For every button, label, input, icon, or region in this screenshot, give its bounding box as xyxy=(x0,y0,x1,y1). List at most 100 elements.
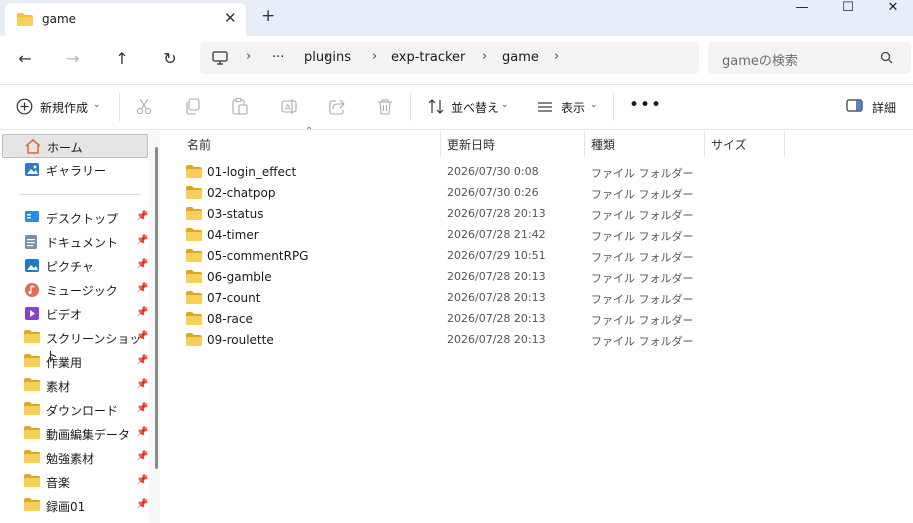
file-type: ファイル フォルダー xyxy=(591,272,694,285)
address-bar[interactable]: › ··· › plugins › exp-tracker › game › xyxy=(200,42,699,74)
sidebar-item-label: ダウンロード xyxy=(46,404,119,418)
breadcrumb-separator[interactable]: › xyxy=(482,49,487,64)
breadcrumb-separator[interactable]: › xyxy=(246,49,251,64)
column-header-modified[interactable]: 更新日時 xyxy=(447,136,495,153)
search-input[interactable]: gameの検索 xyxy=(722,50,798,69)
breadcrumb-plugins[interactable]: plugins xyxy=(304,50,351,65)
sort-button[interactable]: 並べ替え xyxy=(451,99,499,116)
sidebar-item-materials[interactable]: 素材 📌 xyxy=(2,374,148,398)
this-pc-icon[interactable] xyxy=(212,51,228,68)
paste-icon[interactable] xyxy=(232,97,248,118)
sidebar-item-screenshots[interactable]: スクリーンショット 📌 xyxy=(2,326,148,363)
file-type: ファイル フォルダー xyxy=(591,293,694,306)
file-row[interactable]: 06-gamble 2026/07/28 20:13 ファイル フォルダー xyxy=(183,267,783,288)
breadcrumb-separator[interactable]: › xyxy=(372,49,377,64)
sidebar-item-gallery[interactable]: ギャラリー xyxy=(2,158,148,182)
column-divider[interactable] xyxy=(784,131,785,157)
delete-icon[interactable] xyxy=(377,98,393,118)
breadcrumb-separator[interactable]: › xyxy=(554,49,559,64)
pin-icon[interactable]: 📌 xyxy=(136,283,148,294)
sidebar-item-videos[interactable]: ビデオ 📌 xyxy=(2,302,148,326)
minimize-button[interactable]: — xyxy=(780,0,824,22)
pin-icon[interactable]: 📌 xyxy=(136,427,148,438)
sidebar-item-work[interactable]: 作業用 📌 xyxy=(2,350,148,374)
file-row[interactable]: 08-race 2026/07/28 20:13 ファイル フォルダー xyxy=(183,309,783,330)
file-modified: 2026/07/28 20:13 xyxy=(447,207,546,220)
column-header-type[interactable]: 種類 xyxy=(591,136,615,153)
command-bar: 新規作成 ⌄ A 並べ替え ⌄ 表示 ⌄ ••• 詳細 xyxy=(0,84,913,130)
close-button[interactable]: ✕ xyxy=(871,0,913,22)
refresh-button[interactable]: ↻ xyxy=(156,46,184,72)
sidebar-item-desktop[interactable]: デスクトップ 📌 xyxy=(2,206,148,230)
more-options-button[interactable]: ••• xyxy=(629,95,662,115)
details-button[interactable]: 詳細 xyxy=(872,99,896,116)
folder-icon xyxy=(186,165,202,181)
share-icon[interactable] xyxy=(329,98,345,118)
pin-icon[interactable]: 📌 xyxy=(136,355,148,366)
view-button[interactable]: 表示 xyxy=(561,99,585,116)
sidebar-item-music-folder[interactable]: 音楽 📌 xyxy=(2,470,148,494)
maximize-button[interactable]: ☐ xyxy=(826,0,870,22)
pin-icon[interactable]: 📌 xyxy=(136,211,148,222)
file-row[interactable]: 01-login_effect 2026/07/30 0:08 ファイル フォルダー xyxy=(183,162,783,183)
sidebar-item-label: ギャラリー xyxy=(46,164,107,178)
sidebar-item-documents[interactable]: ドキュメント 📌 xyxy=(2,230,148,254)
folder-icon xyxy=(186,270,202,286)
view-icon[interactable] xyxy=(537,98,553,118)
column-divider[interactable] xyxy=(584,131,585,157)
folder-icon xyxy=(24,354,40,370)
file-modified: 2026/07/28 21:42 xyxy=(447,228,546,241)
chevron-down-icon[interactable]: ⌄ xyxy=(93,100,101,110)
pin-icon[interactable]: 📌 xyxy=(136,259,148,270)
sidebar-item-study-materials[interactable]: 勉強素材 📌 xyxy=(2,446,148,470)
column-divider[interactable] xyxy=(704,131,705,157)
pin-icon[interactable]: 📌 xyxy=(136,307,148,318)
chevron-down-icon[interactable]: ⌄ xyxy=(590,100,598,110)
sort-icon[interactable] xyxy=(428,98,444,118)
sidebar-item-downloads[interactable]: ダウンロード 📌 xyxy=(2,398,148,422)
chevron-down-icon[interactable]: ⌄ xyxy=(501,100,509,110)
breadcrumb-exp-tracker[interactable]: exp-tracker xyxy=(391,50,465,65)
forward-button[interactable]: → xyxy=(59,46,87,72)
column-header-size[interactable]: サイズ xyxy=(711,136,747,153)
file-row[interactable]: 05-commentRPG 2026/07/29 10:51 ファイル フォルダー xyxy=(183,246,783,267)
file-row[interactable]: 03-status 2026/07/28 20:13 ファイル フォルダー xyxy=(183,204,783,225)
search-icon[interactable] xyxy=(880,51,893,67)
sidebar-item-label: 音楽 xyxy=(46,476,71,490)
pin-icon[interactable]: 📌 xyxy=(136,235,148,246)
tab-close-icon[interactable]: ✕ xyxy=(224,9,237,27)
rename-icon[interactable]: A xyxy=(281,98,297,118)
file-row[interactable]: 09-roulette 2026/07/28 20:13 ファイル フォルダー xyxy=(183,330,783,351)
file-row[interactable]: 04-timer 2026/07/28 21:42 ファイル フォルダー xyxy=(183,225,783,246)
column-divider[interactable] xyxy=(440,131,441,157)
sidebar-item-video-edit-data[interactable]: 動画編集データ 📌 xyxy=(2,422,148,446)
file-row[interactable]: 07-count 2026/07/28 20:13 ファイル フォルダー xyxy=(183,288,783,309)
pin-icon[interactable]: 📌 xyxy=(136,331,148,342)
copy-icon[interactable] xyxy=(185,98,201,118)
pin-icon[interactable]: 📌 xyxy=(136,379,148,390)
back-button[interactable]: ← xyxy=(11,46,39,72)
pin-icon[interactable]: 📌 xyxy=(136,475,148,486)
pin-icon[interactable]: 📌 xyxy=(136,403,148,414)
file-type: ファイル フォルダー xyxy=(591,230,694,243)
sidebar-item-pictures[interactable]: ピクチャ 📌 xyxy=(2,254,148,278)
new-button[interactable]: 新規作成 xyxy=(40,99,88,116)
tab-game[interactable]: game ✕ xyxy=(5,3,246,36)
search-box[interactable]: gameの検索 xyxy=(708,42,911,74)
sort-ascending-icon: ⌃ xyxy=(305,126,314,137)
details-pane-icon[interactable] xyxy=(846,98,863,116)
new-icon[interactable] xyxy=(16,98,33,118)
file-row[interactable]: 02-chatpop 2026/07/30 0:26 ファイル フォルダー xyxy=(183,183,783,204)
sidebar-scrollbar-thumb[interactable] xyxy=(155,147,158,469)
pin-icon[interactable]: 📌 xyxy=(136,451,148,462)
sidebar-item-home[interactable]: ホーム xyxy=(2,134,148,158)
pin-icon[interactable]: 📌 xyxy=(136,499,148,510)
up-button[interactable]: ↑ xyxy=(108,46,136,72)
new-tab-button[interactable]: + xyxy=(261,6,275,26)
sidebar-item-recording01[interactable]: 録画01 📌 xyxy=(2,494,148,518)
breadcrumb-game[interactable]: game xyxy=(502,50,539,65)
column-header-name[interactable]: 名前 xyxy=(187,136,211,153)
breadcrumb-overflow[interactable]: ··· xyxy=(272,50,284,65)
cut-icon[interactable] xyxy=(136,98,152,118)
sidebar-item-music[interactable]: ミュージック 📌 xyxy=(2,278,148,302)
